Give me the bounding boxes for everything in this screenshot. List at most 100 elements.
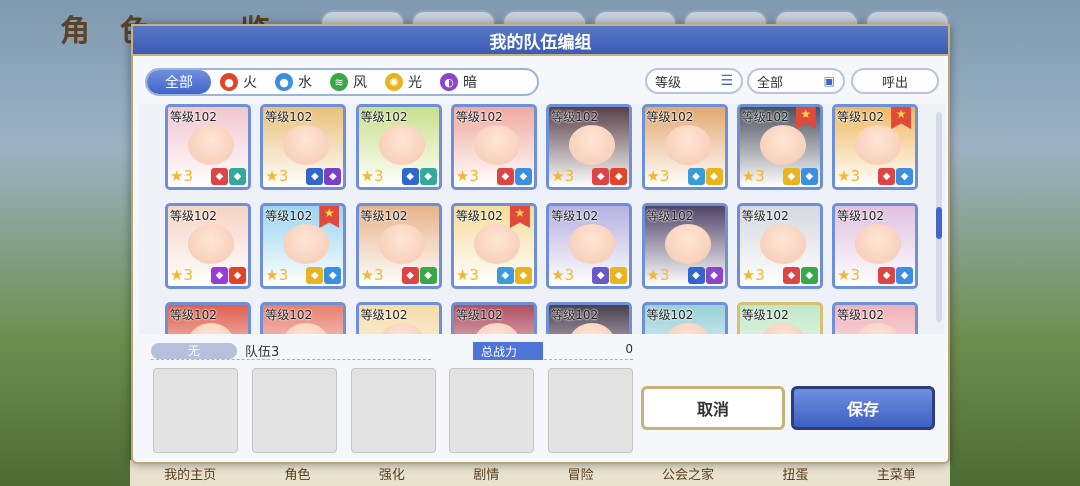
star-rank-icon: ★3 bbox=[360, 266, 384, 284]
filter-button[interactable]: 全部 ▣ bbox=[747, 68, 845, 94]
attribute-icon: ◆ bbox=[324, 267, 342, 284]
attribute-icon: ◆ bbox=[592, 267, 610, 284]
character-portrait bbox=[188, 323, 234, 334]
element-tab-label: 火 bbox=[243, 75, 257, 91]
attribute-icon: ◆ bbox=[687, 267, 705, 284]
attribute-icon: ◆ bbox=[782, 267, 800, 284]
element-tab-fire[interactable]: ● 火 bbox=[211, 70, 266, 94]
character-badges: ◆ ◆ bbox=[496, 168, 532, 185]
sort-button[interactable]: 等级 ☰ bbox=[645, 68, 743, 94]
character-card[interactable]: 等级102 bbox=[546, 302, 633, 334]
character-portrait bbox=[188, 224, 234, 264]
call-button[interactable]: 呼出 bbox=[851, 68, 939, 94]
element-tab-dark[interactable]: ◐ 暗 bbox=[431, 70, 486, 94]
character-portrait bbox=[283, 125, 330, 165]
team-slot[interactable] bbox=[252, 368, 337, 453]
nav-guild[interactable]: 公会之家 bbox=[662, 464, 714, 483]
character-level: 等级102 bbox=[265, 110, 313, 124]
element-tab-all[interactable]: 全部 bbox=[147, 70, 211, 94]
character-card[interactable]: 等级102 ★3 ◆ ◆ bbox=[165, 104, 251, 190]
character-card[interactable]: 等级102 ★3 ◆ ◆ bbox=[355, 104, 442, 190]
element-tab-label: 光 bbox=[408, 75, 422, 91]
list-scrollbar[interactable] bbox=[936, 112, 942, 322]
character-level: 等级102 bbox=[741, 209, 789, 223]
star-rank-icon: ★3 bbox=[360, 167, 384, 185]
element-filter-bar: 全部 ● 火 ● 水 ≋ 风 ✺ 光 ◐ 暗 bbox=[145, 68, 539, 96]
character-card[interactable]: 等级102 ★3 ◆ ◆ bbox=[641, 104, 728, 190]
character-level: 等级102 bbox=[170, 209, 217, 223]
power-label: 总战力 bbox=[473, 342, 543, 360]
character-card[interactable]: 等级102 bbox=[355, 302, 442, 334]
star-rank-icon: ★3 bbox=[741, 266, 765, 284]
character-card[interactable]: 等级102 ★3 ◆ ◆ bbox=[260, 104, 347, 190]
character-card[interactable]: 等级102 ★3 ◆ ◆ ★ bbox=[736, 104, 823, 190]
star-rank-icon: ★3 bbox=[837, 167, 861, 185]
sort-icon: ☰ bbox=[720, 73, 733, 89]
character-card[interactable]: 等级102 ★3 ◆ ◆ ★ bbox=[450, 203, 537, 289]
cancel-button[interactable]: 取消 bbox=[641, 386, 785, 430]
character-card[interactable]: 等级102 bbox=[260, 302, 347, 334]
character-card[interactable]: 等级102 ★3 ◆ ◆ bbox=[165, 203, 251, 289]
star-rank-icon: ★3 bbox=[265, 266, 289, 284]
team-slot[interactable] bbox=[449, 368, 534, 453]
water-icon: ● bbox=[275, 73, 293, 91]
character-card[interactable]: 等级102 ★3 ◆ ◆ bbox=[641, 203, 728, 289]
character-portrait bbox=[283, 323, 330, 334]
window-icon: ▣ bbox=[823, 74, 835, 88]
character-portrait bbox=[378, 323, 425, 334]
wind-icon: ≋ bbox=[330, 73, 348, 91]
team-slot[interactable] bbox=[153, 368, 238, 453]
element-tab-water[interactable]: ● 水 bbox=[266, 70, 321, 94]
character-level: 等级102 bbox=[551, 110, 599, 124]
nav-adventure[interactable]: 冒险 bbox=[568, 464, 594, 483]
character-card[interactable]: 等级102 bbox=[736, 302, 823, 334]
attribute-icon: ◆ bbox=[306, 267, 324, 284]
element-tab-light[interactable]: ✺ 光 bbox=[376, 70, 431, 94]
nav-menu[interactable]: 主菜单 bbox=[877, 464, 916, 483]
attribute-icon: ◆ bbox=[878, 168, 896, 185]
character-level: 等级102 bbox=[360, 209, 408, 223]
character-card[interactable]: 等级102 ★3 ◆ ◆ bbox=[450, 104, 537, 190]
character-badges: ◆ ◆ bbox=[878, 168, 914, 185]
team-slot[interactable] bbox=[351, 368, 436, 453]
star-rank-icon: ★3 bbox=[551, 266, 575, 284]
character-level: 等级102 bbox=[837, 110, 884, 124]
attribute-icon: ◆ bbox=[705, 267, 723, 284]
character-level: 等级102 bbox=[837, 209, 884, 223]
character-list: 等级102 ★3 ◆ ◆ 等级102 ★3 ◆ ◆ 等级102 ★3 ◆ ◆ 等级102 ★3 ◆ ◆ 等级10… bbox=[139, 104, 945, 334]
character-level: 等级102 bbox=[265, 209, 313, 223]
nav-gacha[interactable]: 扭蛋 bbox=[782, 464, 808, 483]
character-card[interactable]: 等级102 ★3 ◆ ◆ bbox=[355, 203, 442, 289]
nav-enhance[interactable]: 强化 bbox=[379, 464, 405, 483]
character-level: 等级102 bbox=[837, 308, 884, 322]
team-slot[interactable] bbox=[548, 368, 633, 453]
character-card[interactable]: 等级102 ★3 ◆ ◆ ★ bbox=[260, 203, 347, 289]
character-card[interactable]: 等级102 bbox=[641, 302, 728, 334]
character-card[interactable]: 等级102 ★3 ◆ ◆ bbox=[736, 203, 823, 289]
character-card[interactable]: 等级102 bbox=[832, 302, 919, 334]
scroll-thumb[interactable] bbox=[936, 207, 942, 239]
character-card[interactable]: 等级102 ★3 ◆ ◆ bbox=[546, 104, 633, 190]
element-tab-label: 全部 bbox=[165, 75, 193, 91]
character-card[interactable]: 等级102 ★3 ◆ ◆ ★ bbox=[832, 104, 919, 190]
character-badges: ◆ ◆ bbox=[782, 168, 818, 185]
character-portrait bbox=[378, 125, 425, 165]
character-card[interactable]: 等级102 ★3 ◆ ◆ bbox=[832, 203, 919, 289]
attribute-icon: ◆ bbox=[610, 267, 628, 284]
character-card[interactable]: 等级102 bbox=[165, 302, 251, 334]
character-card[interactable]: 等级102 bbox=[450, 302, 537, 334]
element-tab-wind[interactable]: ≋ 风 bbox=[321, 70, 376, 94]
save-button[interactable]: 保存 bbox=[791, 386, 935, 430]
team-name: 队伍3 bbox=[245, 345, 280, 360]
star-rank-icon: ★3 bbox=[170, 266, 193, 284]
nav-home[interactable]: 我的主页 bbox=[164, 464, 216, 483]
character-badges: ◆ ◆ bbox=[401, 267, 437, 284]
nav-characters[interactable]: 角色 bbox=[285, 464, 311, 483]
character-level: 等级102 bbox=[646, 110, 694, 124]
character-card[interactable]: 等级102 ★3 ◆ ◆ bbox=[546, 203, 633, 289]
character-level: 等级102 bbox=[455, 110, 503, 124]
nav-story[interactable]: 剧情 bbox=[473, 464, 499, 483]
character-portrait bbox=[664, 224, 711, 264]
attribute-icon: ◆ bbox=[401, 168, 419, 185]
attribute-icon: ◆ bbox=[496, 267, 514, 284]
